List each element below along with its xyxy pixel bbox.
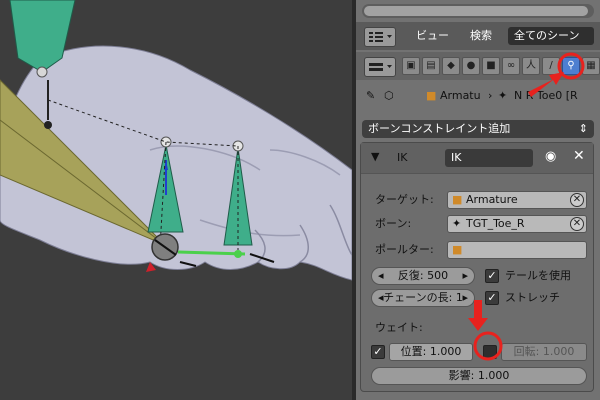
annotation-overlay bbox=[468, 52, 585, 361]
highlight-circle bbox=[473, 331, 503, 361]
arrow-icon bbox=[468, 300, 488, 331]
highlight-circle bbox=[557, 52, 585, 80]
viewport-scene bbox=[0, 0, 352, 400]
3d-viewport[interactable] bbox=[0, 0, 352, 400]
properties-panel: ビュー 検索 全てのシーン ▣ ▤ ◆ ● ■ ∞ 人 / ⚲ ▦ ✎ ⬡ ■ … bbox=[356, 0, 600, 400]
arrow-icon bbox=[528, 72, 564, 97]
